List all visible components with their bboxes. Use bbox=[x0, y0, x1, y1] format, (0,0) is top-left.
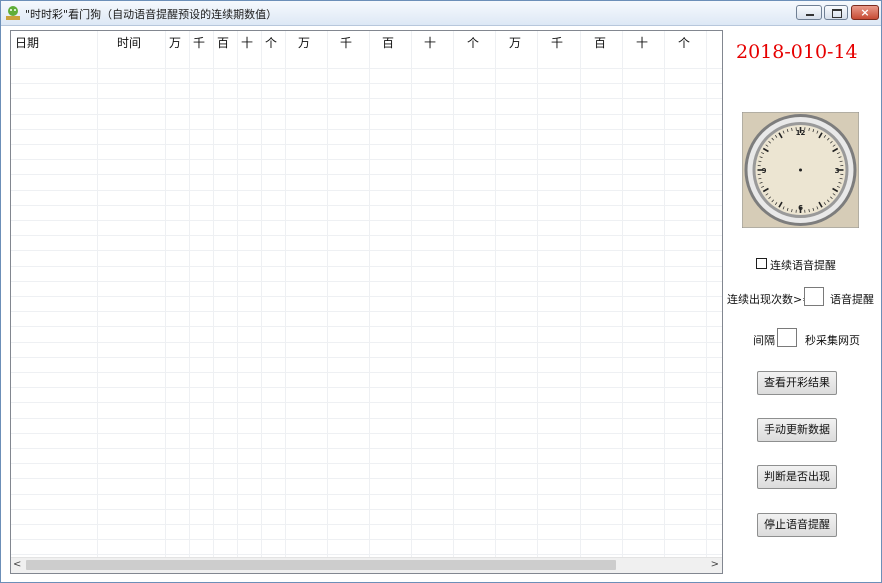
column-header-qian-2[interactable]: 千 bbox=[340, 34, 352, 51]
grid-row-divider bbox=[11, 554, 722, 555]
interval-label: 间隔 bbox=[753, 334, 775, 347]
scroll-right-arrow-icon[interactable]: > bbox=[711, 559, 719, 570]
grid-row-divider bbox=[11, 326, 722, 327]
manual-update-button[interactable]: 手动更新数据 bbox=[757, 418, 837, 442]
stop-voice-button[interactable]: 停止语音提醒 bbox=[757, 513, 837, 537]
column-header-wan-3[interactable]: 万 bbox=[509, 34, 521, 51]
interval-unit-label: 秒采集网页 bbox=[805, 334, 860, 347]
grid-row-divider bbox=[11, 509, 722, 510]
grid-row-divider bbox=[11, 114, 722, 115]
app-window: "时时彩"看门狗（自动语音提醒预设的连续期数值） × 日期 时间 万 千 百 十… bbox=[0, 0, 882, 583]
grid-row-divider bbox=[11, 220, 722, 221]
grid-row-divider bbox=[11, 372, 722, 373]
column-header-ge-2[interactable]: 个 bbox=[467, 34, 479, 51]
grid-row-divider bbox=[11, 235, 722, 236]
grid-row-divider bbox=[11, 524, 722, 525]
grid-row-divider bbox=[11, 418, 722, 419]
grid-row-divider bbox=[11, 478, 722, 479]
grid-row-divider bbox=[11, 98, 722, 99]
grid-row-divider bbox=[11, 250, 722, 251]
grid-header: 日期 时间 万 千 百 十 个 万 千 百 十 个 万 千 百 十 个 bbox=[11, 31, 722, 51]
grid-row-divider bbox=[11, 463, 722, 464]
grid-row-divider bbox=[11, 205, 722, 206]
column-header-bai-2[interactable]: 百 bbox=[382, 34, 394, 51]
grid-row-divider bbox=[11, 296, 722, 297]
column-header-ge-1[interactable]: 个 bbox=[265, 34, 277, 51]
grid-row-divider bbox=[11, 494, 722, 495]
grid-row-divider bbox=[11, 159, 722, 160]
grid-row-divider bbox=[11, 433, 722, 434]
grid-row-divider bbox=[11, 68, 722, 69]
check-occurrence-button[interactable]: 判断是否出现 bbox=[757, 465, 837, 489]
grid-row-divider bbox=[11, 342, 722, 343]
column-header-qian-3[interactable]: 千 bbox=[551, 34, 563, 51]
column-header-time[interactable]: 时间 bbox=[117, 34, 141, 51]
grid-row-divider bbox=[11, 190, 722, 191]
grid-row-divider bbox=[11, 129, 722, 130]
column-header-bai-3[interactable]: 百 bbox=[594, 34, 606, 51]
grid-row-divider bbox=[11, 144, 722, 145]
grid-row-divider bbox=[11, 311, 722, 312]
scroll-thumb[interactable] bbox=[26, 560, 616, 570]
minimize-button[interactable] bbox=[796, 5, 822, 20]
green-alien-app-icon bbox=[6, 6, 20, 20]
column-header-wan-2[interactable]: 万 bbox=[298, 34, 310, 51]
horizontal-scrollbar[interactable]: < > bbox=[11, 557, 722, 573]
grid-row-divider bbox=[11, 357, 722, 358]
column-header-shi-1[interactable]: 十 bbox=[241, 34, 253, 51]
grid-row-divider bbox=[11, 402, 722, 403]
minimize-icon bbox=[806, 14, 814, 16]
clock-number-3: 3 bbox=[835, 167, 840, 175]
interval-input[interactable] bbox=[777, 328, 797, 347]
voice-reminder-checkbox[interactable] bbox=[756, 258, 767, 269]
close-button[interactable]: × bbox=[851, 5, 879, 20]
view-results-button[interactable]: 查看开彩结果 bbox=[757, 371, 837, 395]
grid-row-divider bbox=[11, 387, 722, 388]
column-header-shi-2[interactable]: 十 bbox=[424, 34, 436, 51]
maximize-button[interactable] bbox=[824, 5, 848, 20]
analog-clock: 12 3 6 9 bbox=[742, 112, 859, 228]
consecutive-count-label: 连续出现次数>= bbox=[727, 293, 812, 306]
column-header-qian-1[interactable]: 千 bbox=[193, 34, 205, 51]
grid-row-divider bbox=[11, 266, 722, 267]
voice-reminder-checkbox-label[interactable]: 连续语音提醒 bbox=[770, 257, 836, 273]
grid-row-divider bbox=[11, 174, 722, 175]
close-icon: × bbox=[860, 6, 870, 19]
column-header-bai-1[interactable]: 百 bbox=[217, 34, 229, 51]
voice-reminder-label: 语音提醒 bbox=[830, 293, 874, 306]
grid-row-divider bbox=[11, 281, 722, 282]
window-title: "时时彩"看门狗（自动语音提醒预设的连续期数值） bbox=[25, 8, 278, 21]
maximize-icon bbox=[832, 9, 842, 18]
column-header-shi-3[interactable]: 十 bbox=[636, 34, 648, 51]
column-header-date[interactable]: 日期 bbox=[15, 34, 39, 51]
clock-number-12: 12 bbox=[796, 129, 806, 137]
grid-row-divider bbox=[11, 539, 722, 540]
consecutive-count-input[interactable] bbox=[804, 287, 824, 306]
results-grid[interactable]: 日期 时间 万 千 百 十 个 万 千 百 十 个 万 千 百 十 个 < > bbox=[10, 30, 723, 574]
grid-row-divider bbox=[11, 83, 722, 84]
clock-center-dot bbox=[799, 168, 802, 172]
clock-number-9: 9 bbox=[762, 167, 767, 175]
scroll-left-arrow-icon[interactable]: < bbox=[13, 559, 21, 570]
clock-number-6: 6 bbox=[798, 204, 803, 212]
grid-row-divider bbox=[11, 448, 722, 449]
column-header-wan-1[interactable]: 万 bbox=[169, 34, 181, 51]
date-display: 2018-010-14 bbox=[736, 41, 858, 63]
column-header-ge-3[interactable]: 个 bbox=[678, 34, 690, 51]
title-bar[interactable]: "时时彩"看门狗（自动语音提醒预设的连续期数值） × bbox=[1, 1, 881, 26]
